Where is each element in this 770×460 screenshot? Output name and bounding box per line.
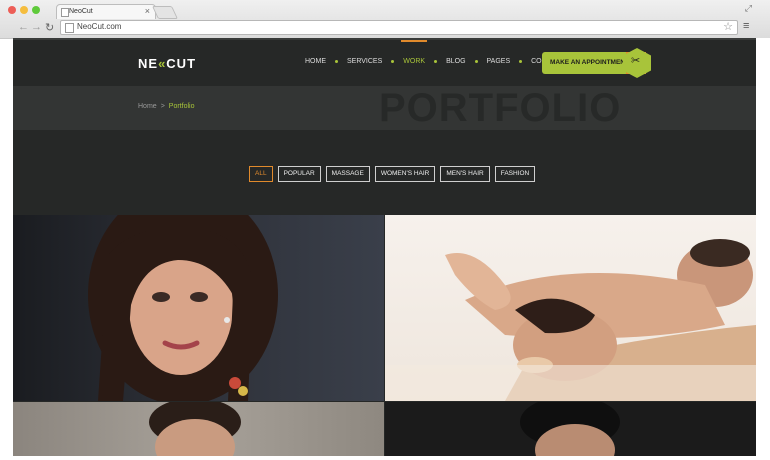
address-bar[interactable]: NeoCut.com ☆: [60, 20, 738, 35]
page-title: PORTFOLIO: [379, 86, 622, 130]
massage-image: [385, 239, 756, 401]
filter-massage[interactable]: MASSAGE: [325, 166, 370, 182]
browser-tab[interactable]: NeoCut ×: [56, 4, 156, 19]
filter-popular[interactable]: POPULAR: [277, 166, 321, 182]
portfolio-item-massage[interactable]: [385, 215, 756, 401]
breadcrumb-separator: >: [160, 103, 165, 110]
back-icon[interactable]: ←: [18, 21, 29, 33]
nav-work[interactable]: WORK: [401, 40, 427, 65]
portfolio-filters: ALL POPULAR MASSAGE WOMEN'S HAIR MEN'S H…: [249, 166, 540, 182]
nav-blog[interactable]: BLOG: [446, 58, 465, 65]
forward-icon[interactable]: →: [31, 21, 42, 33]
page-icon: [65, 23, 74, 33]
main-nav: HOME SERVICES WORK BLOG PAGES CONTACT: [305, 40, 564, 65]
menu-icon[interactable]: ≡: [743, 20, 749, 32]
filter-mens-hair[interactable]: MEN'S HAIR: [440, 166, 490, 182]
tab-title: NeoCut: [69, 8, 93, 15]
woman-portrait-image: [88, 215, 278, 401]
bookmark-star-icon[interactable]: ☆: [723, 20, 733, 33]
maximize-window-button[interactable]: [32, 6, 40, 14]
portfolio-item-man-portrait[interactable]: [13, 402, 384, 456]
nav-separator: [391, 60, 395, 63]
url-text[interactable]: NeoCut.com: [77, 22, 121, 31]
minimize-window-button[interactable]: [20, 6, 28, 14]
site-logo[interactable]: NE«CUT: [138, 56, 196, 71]
page-icon: [61, 8, 69, 17]
close-tab-icon[interactable]: ×: [145, 6, 150, 16]
page-banner: Home > Portfolio PORTFOLIO: [13, 86, 756, 130]
scissors-icon: ✂: [631, 55, 641, 67]
nav-pages[interactable]: PAGES: [487, 58, 511, 65]
nav-separator: [474, 60, 478, 63]
reload-icon[interactable]: ↻: [45, 21, 54, 34]
portfolio-grid: [13, 215, 756, 456]
logo-text-2: CUT: [166, 56, 197, 71]
make-appointment-button[interactable]: MAKE AN APPOINTMENT: [542, 52, 646, 74]
page-edge: [756, 38, 770, 460]
close-window-button[interactable]: [8, 6, 16, 14]
filter-all[interactable]: ALL: [249, 166, 273, 182]
breadcrumb: Home > Portfolio: [138, 103, 194, 110]
nav-home[interactable]: HOME: [305, 58, 326, 65]
nav-separator: [519, 60, 523, 63]
filter-fashion[interactable]: FASHION: [494, 166, 536, 182]
nav-separator: [335, 60, 338, 63]
breadcrumb-home[interactable]: Home: [138, 103, 157, 110]
fullscreen-icon[interactable]: ⤢: [745, 3, 752, 14]
breadcrumb-current: Portfolio: [168, 103, 195, 110]
man-portrait-image: [149, 402, 241, 456]
logo-text-1: NE: [138, 56, 159, 71]
portfolio-item-woman-portrait[interactable]: [13, 215, 384, 401]
site-header: NE«CUT HOME SERVICES WORK BLOG PAGES CON…: [13, 38, 756, 86]
cta-label: MAKE AN APPOINTMENT: [550, 59, 629, 66]
man-portrait-2-image: [520, 402, 620, 456]
filter-womens-hair[interactable]: WOMEN'S HAIR: [374, 166, 436, 182]
nav-services[interactable]: SERVICES: [347, 58, 382, 65]
nav-separator: [434, 60, 438, 63]
website: NE«CUT HOME SERVICES WORK BLOG PAGES CON…: [13, 38, 756, 456]
browser-toolbar: NeoCut × ⤢ ← → ↻ NeoCut.com ☆ ≡: [0, 0, 770, 39]
portfolio-item-man-portrait-2[interactable]: [385, 402, 756, 456]
